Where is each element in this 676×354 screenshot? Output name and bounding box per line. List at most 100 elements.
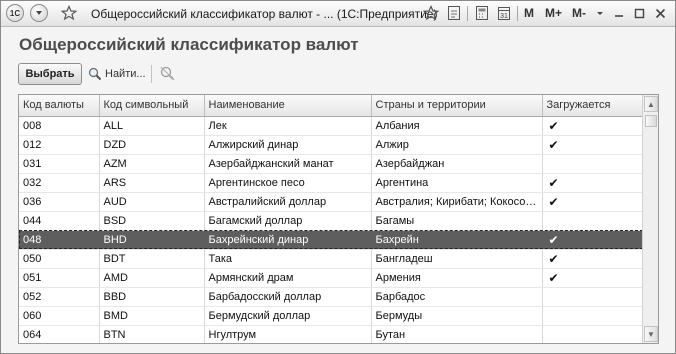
table-row[interactable]: 012 DZD Алжирский динар Алжир ✔ — [19, 135, 644, 155]
table-row[interactable]: 051 AMD Армянский драм Армения ✔ — [19, 268, 644, 288]
cell-countries: Австралия; Кирибати; Кокосо… — [371, 192, 543, 212]
table-row[interactable]: 008 ALL Лек Албания ✔ — [19, 116, 644, 136]
cell-loaded — [542, 325, 644, 343]
cell-name: Барбадосский доллар — [204, 287, 372, 307]
cell-code: 051 — [19, 268, 100, 288]
cell-loaded: ✔ — [542, 249, 644, 269]
table-body: 008 ALL Лек Албания ✔ 012 DZD Алжирский динар Ал… — [19, 116, 644, 343]
cell-name: Алжирский динар — [204, 135, 372, 155]
cell-countries: Албания — [371, 116, 543, 136]
cell-name: Аргентинское песо — [204, 173, 372, 193]
cell-countries: Аргентина — [371, 173, 543, 193]
scroll-up-icon[interactable]: ▲ — [644, 96, 658, 112]
cell-countries: Барбадос — [371, 287, 543, 307]
page-title: Общероссийский классификатор валют — [19, 35, 359, 54]
cell-symbol: BHD — [99, 230, 205, 250]
table-header-row: Код валюты Код символьный Наименование С… — [19, 95, 644, 117]
table-row[interactable]: 064 BTN Нгултрум Бутан — [19, 325, 644, 343]
cell-countries: Армения — [371, 268, 543, 288]
cell-name: Лек — [204, 116, 372, 136]
restore-icon[interactable] — [631, 4, 647, 22]
scroll-down-icon[interactable]: ▼ — [644, 326, 658, 342]
main-menu-button[interactable] — [30, 4, 48, 22]
memory-add-button[interactable]: M+ — [545, 4, 562, 22]
cell-countries: Алжир — [371, 135, 543, 155]
vertical-scrollbar[interactable]: ▲ ▼ — [642, 95, 658, 343]
column-header-symbol[interactable]: Код символьный — [99, 95, 205, 117]
find-button[interactable]: Найти... — [88, 63, 146, 85]
cell-code: 064 — [19, 325, 100, 343]
cell-name: Нгултрум — [204, 325, 372, 343]
table-row[interactable]: 036 AUD Австралийский доллар Австралия; Кир… — [19, 192, 644, 212]
cell-symbol: ALL — [99, 116, 205, 136]
cell-code: 012 — [19, 135, 100, 155]
table-row[interactable]: 031 AZM Азербайджанский манат Азербайджан — [19, 154, 644, 174]
app-logo-icon[interactable]: 1С — [6, 4, 24, 22]
cell-loaded: ✔ — [542, 173, 644, 193]
cell-countries: Бахрейн — [371, 230, 543, 250]
title-separator — [467, 6, 468, 21]
calendar-icon[interactable]: 31 — [495, 4, 513, 22]
scroll-thumb[interactable] — [645, 115, 657, 127]
svg-text:31: 31 — [500, 13, 508, 20]
calculator-icon[interactable] — [473, 4, 491, 22]
app-logo-text: 1С — [9, 8, 21, 18]
cell-symbol: BMD — [99, 306, 205, 326]
cell-code: 044 — [19, 211, 100, 231]
cell-code: 060 — [19, 306, 100, 326]
column-header-name[interactable]: Наименование — [204, 95, 372, 117]
table-row[interactable]: 044 BSD Багамский доллар Багамы — [19, 211, 644, 231]
table-row[interactable]: 060 BMD Бермудский доллар Бермуды — [19, 306, 644, 326]
table-row[interactable]: 048 BHD Бахрейнский динар Бахрейн ✔ — [19, 230, 644, 250]
memory-subtract-label: M- — [572, 6, 586, 20]
title-separator-2 — [517, 6, 518, 21]
cell-loaded — [542, 287, 644, 307]
column-header-code[interactable]: Код валюты — [19, 95, 100, 117]
history-icon[interactable] — [445, 4, 463, 22]
memory-store-button[interactable]: M — [524, 4, 534, 22]
cell-symbol: ARS — [99, 173, 205, 193]
cell-loaded — [542, 306, 644, 326]
cell-symbol: DZD — [99, 135, 205, 155]
column-header-countries[interactable]: Страны и территории — [371, 95, 543, 117]
column-header-loaded[interactable]: Загружается — [542, 95, 644, 117]
cell-code: 008 — [19, 116, 100, 136]
cell-loaded: ✔ — [542, 135, 644, 155]
cell-symbol: AUD — [99, 192, 205, 212]
cell-code: 052 — [19, 287, 100, 307]
cell-symbol: AMD — [99, 268, 205, 288]
favorites-star-icon[interactable] — [421, 4, 441, 22]
cell-code: 048 — [19, 230, 100, 250]
cell-countries: Бангладеш — [371, 249, 543, 269]
star-icon[interactable] — [59, 4, 79, 22]
cell-name: Бермудский доллар — [204, 306, 372, 326]
minimize-icon[interactable] — [611, 4, 627, 22]
table-row[interactable]: 052 BBD Барбадосский доллар Барбадос — [19, 287, 644, 307]
cell-code: 031 — [19, 154, 100, 174]
memory-subtract-button[interactable]: M- — [572, 4, 586, 22]
cell-code: 036 — [19, 192, 100, 212]
chevron-down-icon — [36, 11, 42, 15]
select-button[interactable]: Выбрать — [18, 63, 82, 85]
cell-symbol: BDT — [99, 249, 205, 269]
memory-add-label: M+ — [545, 6, 563, 20]
currency-grid: Код валюты Код символьный Наименование С… — [19, 95, 644, 343]
cancel-search-icon[interactable] — [158, 64, 178, 84]
cell-name: Азербайджанский манат — [204, 154, 372, 174]
title-bar: 1С Общероссийский классификатор валют - … — [1, 1, 675, 27]
table-row[interactable]: 050 BDT Така Бангладеш ✔ — [19, 249, 644, 269]
cell-symbol: BSD — [99, 211, 205, 231]
cell-name: Така — [204, 249, 372, 269]
toolbar-separator — [151, 65, 152, 83]
close-icon[interactable] — [652, 4, 668, 22]
chevron-down-icon[interactable] — [595, 4, 605, 22]
table-row[interactable]: 032 ARS Аргентинское песо Аргентина ✔ — [19, 173, 644, 193]
cell-name: Армянский драм — [204, 268, 372, 288]
memory-store-label: M — [524, 6, 534, 20]
window-title: Общероссийский классификатор валют - ...… — [91, 7, 438, 21]
cell-countries: Азербайджан — [371, 154, 543, 174]
cell-countries: Бутан — [371, 325, 543, 343]
cell-symbol: BBD — [99, 287, 205, 307]
currency-table: Код валюты Код символьный Наименование С… — [18, 94, 659, 344]
cell-code: 032 — [19, 173, 100, 193]
